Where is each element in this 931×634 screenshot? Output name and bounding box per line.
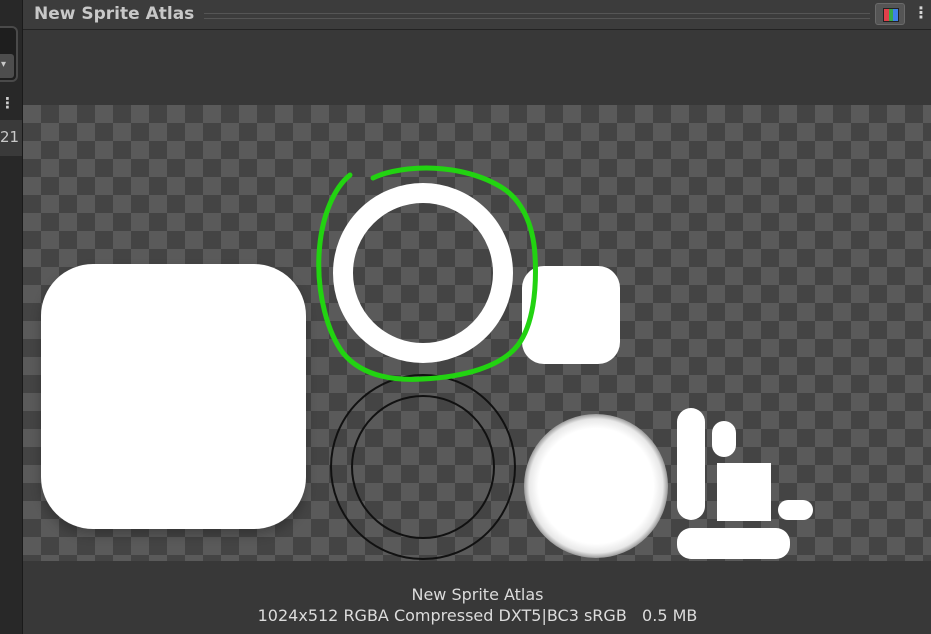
partial-dropdown[interactable]: ▾ <box>0 54 14 78</box>
dropdown-arrow-icon: ▾ <box>1 59 7 70</box>
sprite-ring-outline-inner <box>351 395 495 539</box>
rgb-channels-button[interactable] <box>875 3 905 25</box>
sprite-atlas-preview-window: New Sprite Atlas ⋮ New Sprite Atlas 1024… <box>22 0 931 634</box>
sprite-pill-tall <box>677 408 705 520</box>
sprite-square-tiny <box>717 463 771 521</box>
sprite-soft-circle <box>524 414 668 558</box>
sprite-ring-thick <box>333 183 513 363</box>
sprite-pill-small <box>778 500 813 520</box>
titlebar-grip[interactable] <box>204 13 870 19</box>
kebab-menu-icon[interactable]: ⋮ <box>913 5 929 25</box>
sprite-rounded-square-large <box>41 264 306 529</box>
texture-info-label: 1024x512 RGBA Compressed DXT5|BC3 sRGB 0… <box>257 606 698 625</box>
asset-name-label: New Sprite Atlas <box>411 585 544 604</box>
partial-row: 21 <box>0 120 22 156</box>
sprite-pill-wide <box>677 528 790 559</box>
window-titlebar[interactable]: New Sprite Atlas ⋮ <box>23 0 931 30</box>
preview-toolbar-area <box>23 30 931 105</box>
atlas-texture-preview[interactable] <box>23 105 931 561</box>
partial-value: 21 <box>0 128 20 146</box>
sprite-pill-short <box>712 421 736 457</box>
window-title: New Sprite Atlas <box>34 4 195 24</box>
partial-menu-icon[interactable]: ⋮ <box>0 96 15 111</box>
adjacent-panel-strip: ▾ ⋮ 21 <box>0 0 22 634</box>
rgb-channels-icon <box>883 8 899 22</box>
atlas-sprites <box>41 165 813 560</box>
sprite-ring-outline-outer <box>330 374 516 560</box>
preview-footer: New Sprite Atlas 1024x512 RGBA Compresse… <box>23 561 931 634</box>
